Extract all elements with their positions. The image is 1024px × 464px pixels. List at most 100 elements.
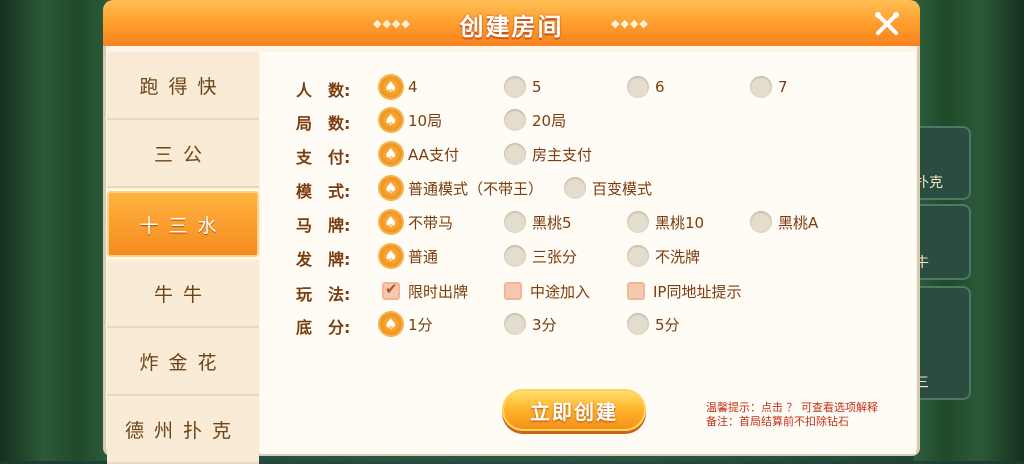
option-label: 3分 <box>532 315 557 334</box>
option-label: 黑桃A <box>778 213 819 232</box>
option-payment-host[interactable]: 房主支付 <box>504 141 592 167</box>
tab-paodekuai[interactable]: 跑得快 <box>107 52 259 120</box>
option-label: 中途加入 <box>530 282 591 301</box>
row-label: 底 分: <box>296 318 351 337</box>
row-label: 玩 法: <box>296 285 351 304</box>
option-mode-normal[interactable]: 普通模式（不带王） <box>380 175 543 201</box>
radio-icon <box>627 313 649 335</box>
radio-icon <box>504 109 526 131</box>
radio-selected-icon <box>380 313 402 335</box>
option-label: 房主支付 <box>532 145 593 164</box>
option-label: 黑桃10 <box>655 213 705 232</box>
option-players-4[interactable]: 4 <box>380 74 418 100</box>
option-base-5[interactable]: 5分 <box>627 311 680 337</box>
row-label: 模 式: <box>296 182 351 201</box>
option-players-5[interactable]: 5 <box>504 74 542 100</box>
radio-icon <box>504 245 526 267</box>
option-label: 4 <box>408 78 418 96</box>
option-deal-noshuffle[interactable]: 不洗牌 <box>627 243 700 269</box>
radio-icon <box>504 143 526 165</box>
tab-label: 牛牛 <box>153 283 212 306</box>
row-label: 支 付: <box>296 148 351 167</box>
tab-shisanshui[interactable]: 十三水 <box>107 191 259 257</box>
option-label: 20局 <box>532 111 567 130</box>
row-payment: 支 付: AA支付 房主支付 <box>296 141 916 167</box>
tab-zhajinhua[interactable]: 炸金花 <box>107 328 259 396</box>
radio-selected-icon <box>380 177 402 199</box>
radio-icon <box>504 313 526 335</box>
create-now-button[interactable]: 立即创建 <box>502 389 646 431</box>
radio-icon <box>750 211 772 233</box>
option-label: 普通 <box>408 247 439 266</box>
option-label: 7 <box>778 78 788 96</box>
option-horse-spade10[interactable]: 黑桃10 <box>627 209 704 235</box>
radio-icon <box>504 211 526 233</box>
radio-icon <box>504 76 526 98</box>
row-horse-card: 马 牌: 不带马 黑桃5 黑桃10 黑桃A <box>296 209 916 235</box>
tab-texas-poker[interactable]: 德州扑克 <box>107 396 259 464</box>
option-label: 黑桃5 <box>532 213 572 232</box>
option-label: 5 <box>532 78 542 96</box>
tips-text: 温馨提示：点击 ？ 可查看选项解释 备注：首局结算前不扣除钻石 <box>706 401 878 429</box>
option-players-6[interactable]: 6 <box>627 74 665 100</box>
game-type-sidebar: 跑得快 三公 十三水 牛牛 炸金花 德州扑克 <box>107 52 259 464</box>
tip-line: 温馨提示：点击 ？ 可查看选项解释 <box>706 401 878 414</box>
option-label: 百变模式 <box>592 179 653 198</box>
note-line: 备注：首局结算前不扣除钻石 <box>706 415 849 428</box>
option-timed-play[interactable]: 限时出牌 <box>382 278 468 304</box>
option-label: AA支付 <box>408 145 459 164</box>
option-horse-spade5[interactable]: 黑桃5 <box>504 209 572 235</box>
option-label: 普通模式（不带王） <box>408 179 544 198</box>
radio-icon <box>750 76 772 98</box>
row-base-score: 底 分: 1分 3分 5分 <box>296 311 916 337</box>
close-button[interactable] <box>869 6 905 42</box>
option-base-1[interactable]: 1分 <box>380 311 433 337</box>
option-label: 三张分 <box>532 247 578 266</box>
option-payment-aa[interactable]: AA支付 <box>380 141 459 167</box>
tab-sangong[interactable]: 三公 <box>107 120 259 188</box>
option-rounds-10[interactable]: 10局 <box>380 107 442 133</box>
option-deal-three[interactable]: 三张分 <box>504 243 577 269</box>
radio-icon <box>627 76 649 98</box>
radio-selected-icon <box>380 109 402 131</box>
row-label: 局 数: <box>296 114 351 133</box>
checkbox-icon <box>627 282 645 300</box>
row-label: 马 牌: <box>296 216 351 235</box>
tab-niuniu[interactable]: 牛牛 <box>107 260 259 328</box>
row-label: 发 牌: <box>296 250 351 269</box>
option-players-7[interactable]: 7 <box>750 74 788 100</box>
radio-selected-icon <box>380 143 402 165</box>
option-label: IP同地址提示 <box>653 282 742 301</box>
tab-label: 十三水 <box>139 214 227 237</box>
row-label: 人 数: <box>296 81 351 100</box>
option-mode-wild[interactable]: 百变模式 <box>564 175 652 201</box>
radio-selected-icon <box>380 211 402 233</box>
close-icon <box>875 12 899 35</box>
checkbox-icon <box>504 282 522 300</box>
option-label: 不带马 <box>408 213 454 232</box>
option-horse-none[interactable]: 不带马 <box>380 209 453 235</box>
option-label: 5分 <box>655 315 680 334</box>
option-deal-normal[interactable]: 普通 <box>380 243 438 269</box>
radio-icon <box>627 211 649 233</box>
row-players: 人 数: 4 5 6 7 <box>296 74 916 100</box>
option-label: 6 <box>655 78 665 96</box>
option-join-midway[interactable]: 中途加入 <box>504 278 590 304</box>
background-left-bamboo <box>0 0 110 461</box>
row-deal: 发 牌: 普通 三张分 不洗牌 <box>296 243 916 269</box>
option-rounds-20[interactable]: 20局 <box>504 107 566 133</box>
tab-label: 炸金花 <box>139 351 227 374</box>
option-ip-warning[interactable]: IP同地址提示 <box>627 278 741 304</box>
dialog-title: 创建房间 <box>459 13 564 41</box>
option-label: 不洗牌 <box>655 247 701 266</box>
row-play-rules: 玩 法: 限时出牌 中途加入 IP同地址提示 <box>296 278 916 304</box>
option-label: 限时出牌 <box>408 282 469 301</box>
radio-icon <box>564 177 586 199</box>
tab-label: 三公 <box>153 143 212 166</box>
checkbox-checked-icon <box>382 280 400 300</box>
row-mode: 模 式: 普通模式（不带王） 百变模式 <box>296 175 916 201</box>
option-horse-spadeA[interactable]: 黑桃A <box>750 209 818 235</box>
radio-selected-icon <box>380 76 402 98</box>
header-deco-right: ◆◆◆◆ <box>611 17 649 30</box>
option-base-3[interactable]: 3分 <box>504 311 557 337</box>
